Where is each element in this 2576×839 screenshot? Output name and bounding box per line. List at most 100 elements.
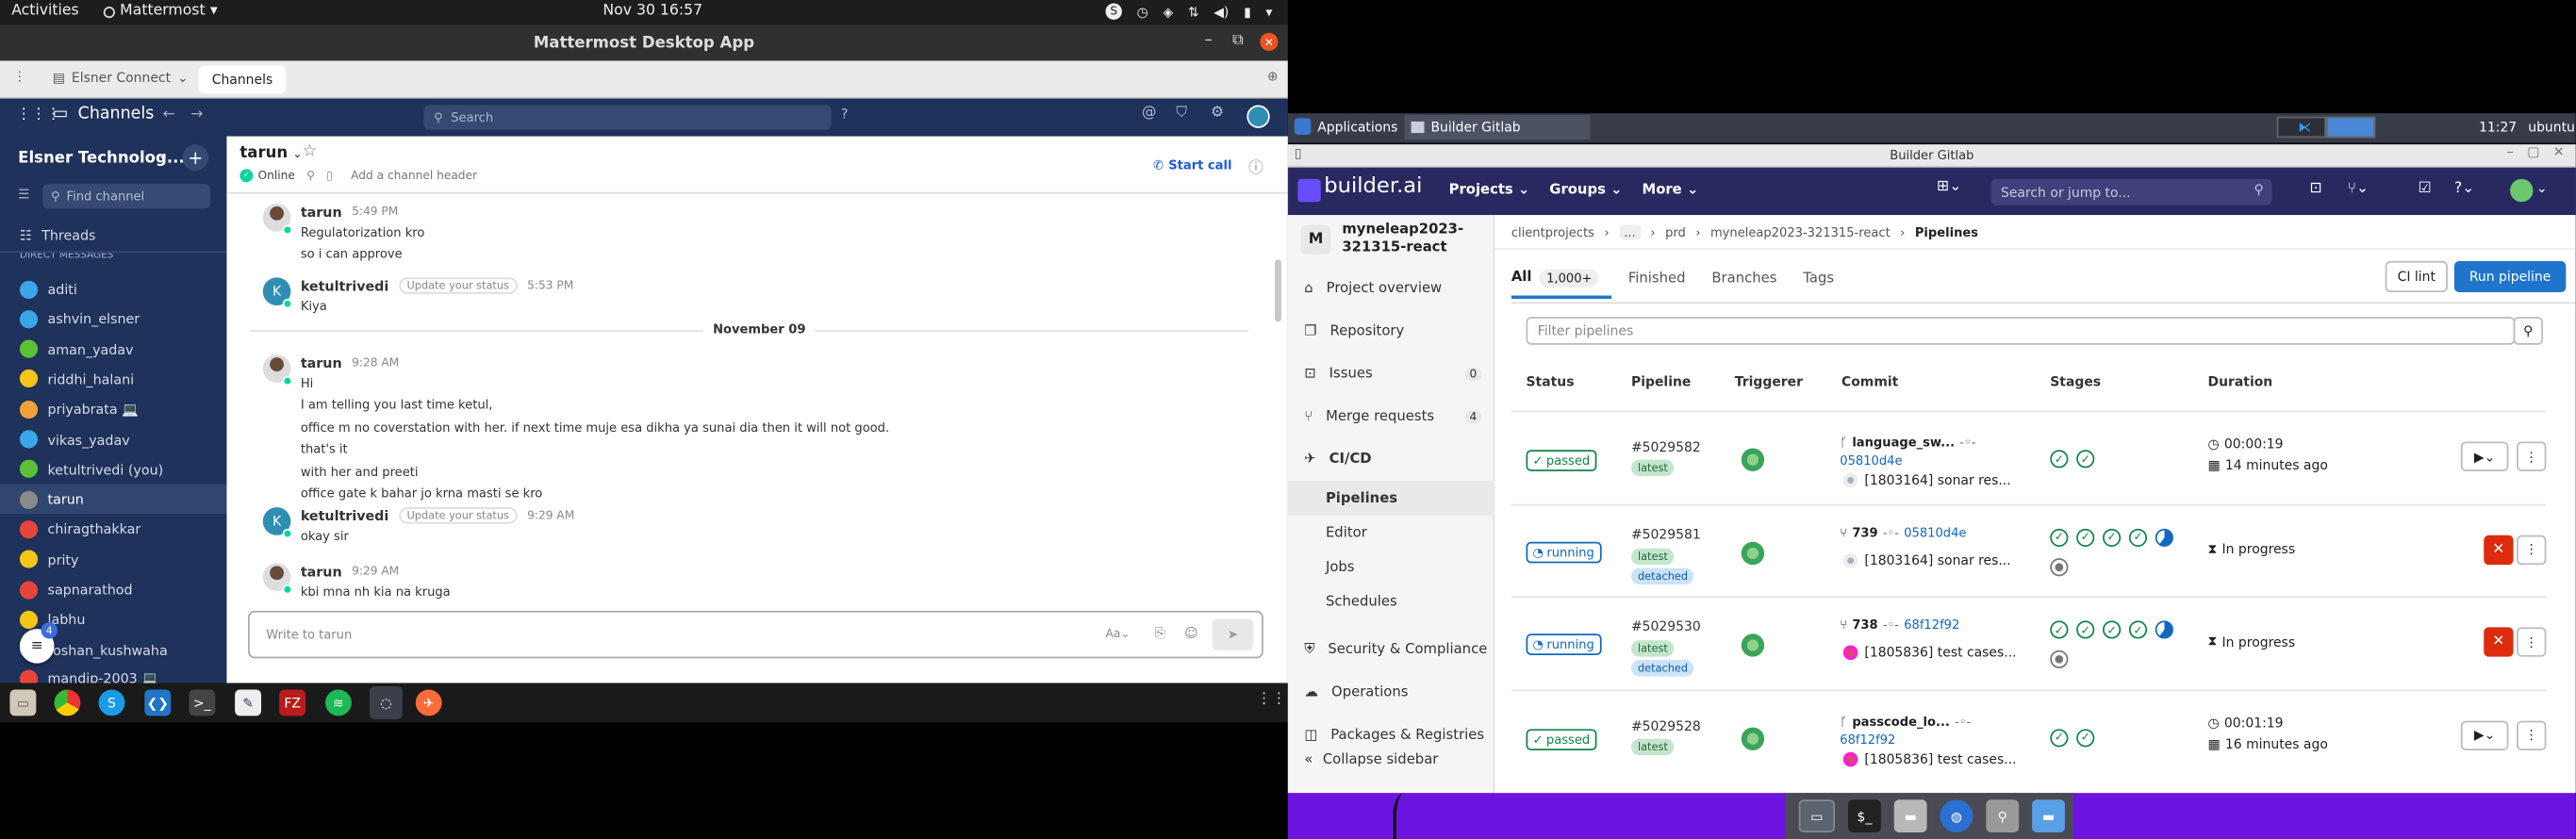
menu-dots-icon[interactable]: ⋮ — [13, 69, 26, 84]
more-actions-button[interactable]: ⋮ — [2517, 441, 2547, 471]
stage-passed-icon[interactable]: ✓ — [2076, 450, 2095, 469]
triggerer-avatar[interactable] — [1741, 726, 1765, 750]
stage-running-icon[interactable] — [2155, 620, 2173, 639]
commit-ref[interactable]: ⑂ 738 -◦- 68f12f92 — [1840, 617, 1959, 633]
commit-sha-link[interactable]: 05810d4e — [1840, 453, 1902, 469]
more-actions-button[interactable]: ⋮ — [2517, 719, 2547, 750]
pipeline-id-link[interactable]: #5029581 — [1631, 526, 1701, 541]
search-input[interactable]: ⚲ Search — [423, 105, 832, 130]
commit-ref[interactable]: ᚴ language_sw... -◦- — [1840, 436, 1975, 451]
sidebar-item-dm[interactable]: ashvin_elsner — [0, 304, 226, 334]
stage-skipped-icon[interactable] — [2050, 557, 2069, 576]
maximize-icon[interactable]: ⧉ — [1232, 31, 1244, 49]
post-author[interactable]: ketultrivedi — [301, 277, 388, 293]
commit-sha-link[interactable]: 05810d4e — [1904, 524, 1966, 539]
tab-finished[interactable]: Finished — [1628, 271, 1686, 287]
cancel-pipeline-button[interactable]: ✕ — [2484, 627, 2514, 657]
stage-passed-icon[interactable]: ✓ — [2050, 620, 2069, 639]
download-icon[interactable]: ⊕ — [1267, 69, 1279, 84]
channel-header-title[interactable]: tarun ⌄ — [239, 144, 302, 162]
sidebar-item-ci-cd[interactable]: ✈ CI/CD — [1288, 438, 1495, 481]
tab-all[interactable]: All 1,000+ — [1511, 259, 1612, 299]
sidebar-item-operations[interactable]: ☁ Operations — [1288, 672, 1495, 715]
web-browser-dock-icon[interactable]: ◍ — [1940, 799, 1973, 833]
find-channel-input[interactable]: ⚲ Find channel — [42, 184, 211, 209]
help-icon[interactable]: ? — [841, 107, 848, 122]
tab-branches[interactable]: Branches — [1711, 271, 1776, 287]
server-tab[interactable]: ▤ Elsner Connect ⌄ — [53, 71, 189, 86]
project-header[interactable]: M myneleap2023-321315-react — [1300, 222, 1474, 257]
post-author[interactable]: tarun — [301, 354, 342, 370]
stage-passed-icon[interactable]: ✓ — [2076, 620, 2095, 639]
status-badge[interactable]: ◔ running — [1526, 540, 1601, 563]
status-badge[interactable]: ✓ passed — [1526, 728, 1597, 750]
more-actions-button[interactable]: ⋮ — [2517, 534, 2547, 565]
filter-pipelines-input[interactable]: Filter pipelines — [1526, 317, 2516, 345]
breadcrumb-item[interactable]: myneleap2023-321315-react — [1710, 225, 1891, 240]
post-time[interactable]: 9:29 AM — [352, 565, 399, 578]
commit-ref[interactable]: ᚴ passcode_lo... -◦- — [1840, 714, 1971, 729]
skype-dock-icon[interactable]: S — [98, 689, 125, 716]
builder-logo-icon[interactable] — [1297, 178, 1321, 203]
volume-icon[interactable]: ◀) — [1214, 4, 1229, 19]
forward-arrow-icon[interactable]: → — [190, 107, 203, 123]
user-avatar[interactable] — [1247, 105, 1270, 128]
post-time[interactable]: 5:53 PM — [527, 279, 573, 292]
favorite-star-icon[interactable]: ☆ — [303, 143, 318, 161]
sidebar-item-dm[interactable]: vikas_yadav — [0, 424, 226, 453]
back-arrow-icon[interactable]: ← — [162, 107, 174, 123]
sidebar-subitem-jobs[interactable]: Jobs — [1288, 551, 1495, 586]
chrome-dock-icon[interactable] — [54, 689, 81, 716]
timer-tray-icon[interactable]: ◷ — [1137, 4, 1148, 19]
send-button[interactable]: ➤ — [1212, 618, 1254, 650]
play-dropdown-button[interactable]: ▶⌄ — [2460, 719, 2509, 750]
stage-passed-icon[interactable]: ✓ — [2128, 620, 2148, 639]
pin-icon[interactable]: ⚲ — [306, 169, 315, 182]
chevron-down-icon[interactable]: ⌄ — [2536, 181, 2548, 196]
logo-text[interactable]: builder.ai — [1324, 174, 1422, 199]
sidebar-item-dm[interactable]: aman_yadav — [0, 335, 226, 364]
files-dock-icon[interactable]: ▭ — [9, 689, 37, 716]
stage-running-icon[interactable] — [2155, 527, 2173, 547]
sidebar-item-repository[interactable]: ❐ Repository — [1288, 310, 1495, 353]
sidebar-item-dm[interactable]: chiragthakkar — [0, 515, 226, 544]
close-icon[interactable]: ✕ — [2553, 144, 2565, 159]
settings-gear-icon[interactable]: ⚙ — [1211, 105, 1224, 121]
commit-message[interactable]: [1803164] sonar res... — [1842, 472, 2011, 488]
create-new-icon[interactable]: ⊞⌄ — [1937, 179, 1961, 195]
update-status-button[interactable]: Update your status — [398, 277, 518, 294]
dropbox-tray-icon[interactable]: ◈ — [1163, 4, 1173, 19]
commit-message[interactable]: [1805836] test cases... — [1842, 645, 2017, 661]
workspace-1[interactable]: ⧔ — [2276, 116, 2326, 139]
section-header-direct-messages[interactable]: DIRECT MESSAGES — [20, 253, 113, 262]
activities-button[interactable]: Activities — [11, 3, 79, 19]
pipeline-id-link[interactable]: #5029582 — [1631, 440, 1701, 455]
collapse-sidebar-button[interactable]: « Collapse sidebar — [1304, 752, 1438, 768]
folder-dock-icon[interactable]: ▬ — [2032, 799, 2065, 833]
tab-tags[interactable]: Tags — [1803, 271, 1834, 287]
applications-menu[interactable]: Applications — [1294, 118, 1397, 135]
gitlab-user-avatar[interactable] — [2510, 178, 2534, 203]
sidebar-item-packages-registries[interactable]: ◫ Packages & Registries — [1288, 715, 1495, 757]
cancel-pipeline-button[interactable]: ✕ — [2484, 534, 2514, 565]
tab-channels[interactable]: Channels — [198, 65, 287, 94]
sidebar-item-merge-requests[interactable]: ⑂ Merge requests 4 — [1288, 396, 1495, 438]
post-author[interactable]: tarun — [301, 204, 342, 220]
play-dropdown-button[interactable]: ▶⌄ — [2460, 441, 2509, 471]
sidebar-item-dm[interactable]: riddhi_halani — [0, 364, 226, 393]
app-menu[interactable]: Mattermost ▾ — [103, 3, 218, 20]
gitlab-search-input[interactable]: Search or jump to... ⚲ — [1990, 178, 2272, 206]
status-badge[interactable]: ✓ passed — [1526, 450, 1597, 471]
xfce-clock[interactable]: 11:27 — [2479, 120, 2517, 135]
stage-skipped-icon[interactable] — [2050, 650, 2069, 668]
stage-passed-icon[interactable]: ✓ — [2103, 527, 2122, 547]
battery-icon[interactable]: ▮ — [1244, 4, 1251, 19]
format-text-icon[interactable]: Aa⌄ — [1106, 627, 1131, 640]
stage-passed-icon[interactable]: ✓ — [2050, 527, 2069, 547]
breadcrumb-item[interactable]: Pipelines — [1915, 225, 1978, 240]
file-manager-dock-icon[interactable]: ▬ — [1893, 799, 1927, 833]
update-status-button[interactable]: Update your status — [398, 507, 518, 524]
triggerer-avatar[interactable] — [1741, 633, 1765, 657]
network-icon[interactable]: ⇅ — [1188, 4, 1199, 19]
sidebar-item-security-compliance[interactable]: ⛨ Security & Compliance — [1288, 629, 1495, 671]
